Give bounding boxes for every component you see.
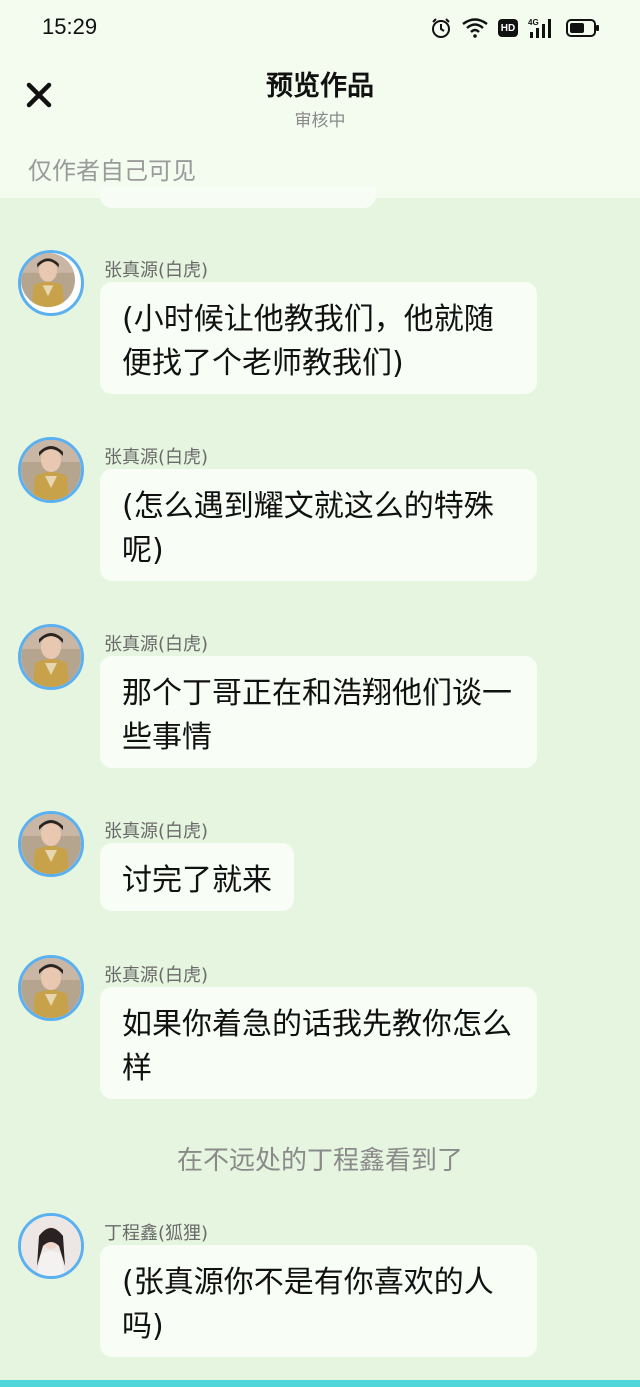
top-area: 15:29 HD 4G 预览作品 审核中 仅作者自己可见: [0, 0, 640, 198]
message-text-line: (小时候让他教我们，他就随: [122, 302, 494, 337]
battery-icon: [566, 18, 600, 38]
message-text-line: 些事情: [122, 720, 212, 755]
wifi-icon: [462, 18, 488, 38]
sender-name: 张真源(白虎): [104, 821, 209, 842]
message-bubble: 如果你着急的话我先教你怎么 样: [100, 987, 537, 1099]
message-bubble: (怎么遇到耀文就这么的特殊 呢): [100, 469, 537, 581]
sender-name: 张真源(白虎): [104, 260, 209, 281]
message-bubble: 讨完了就来: [100, 843, 294, 911]
message-text-line: 如果你着急的话我先教你怎么: [122, 1007, 512, 1042]
signal-4g-icon: 4G: [528, 17, 556, 39]
message-text-line: 呢): [122, 533, 164, 568]
message-text-line: (怎么遇到耀文就这么的特殊: [122, 489, 494, 524]
status-bar: 15:29 HD 4G: [0, 0, 640, 56]
message-text-line: 样: [122, 1051, 152, 1086]
chat-area[interactable]: 张真源(白虎) (小时候让他教我们，他就随 便找了个老师教我们) 张真源(白虎)…: [0, 198, 640, 1378]
message-text-line: (张真源你不是有你喜欢的人: [122, 1265, 494, 1300]
sender-name: 张真源(白虎): [104, 965, 209, 986]
bottom-progress-strip: [0, 1380, 640, 1387]
header: 预览作品 审核中: [0, 56, 640, 136]
narration-text: 在不远处的丁程鑫看到了: [176, 1146, 463, 1176]
page-title: 预览作品: [266, 71, 374, 102]
hd-icon: HD: [498, 19, 518, 37]
sender-name: 丁程鑫(狐狸): [104, 1223, 209, 1244]
avatar[interactable]: [18, 811, 84, 877]
message-text-line: 便找了个老师教我们): [122, 346, 404, 381]
svg-text:4G: 4G: [528, 18, 539, 27]
avatar[interactable]: [18, 624, 84, 690]
avatar[interactable]: [18, 1213, 84, 1279]
message-text-line: 讨完了就来: [122, 863, 272, 898]
avatar[interactable]: [18, 437, 84, 503]
status-icons: HD 4G: [430, 14, 600, 42]
avatar[interactable]: [18, 250, 84, 316]
alarm-icon: [430, 17, 452, 39]
sender-name: 张真源(白虎): [104, 447, 209, 468]
review-status: 审核中: [294, 111, 346, 131]
message-text-line: 吗): [122, 1309, 164, 1344]
message-bubble: (张真源你不是有你喜欢的人 吗): [100, 1245, 537, 1357]
message-bubble: (小时候让他教我们，他就随 便找了个老师教我们): [100, 282, 537, 394]
sender-name: 张真源(白虎): [104, 634, 209, 655]
visibility-note: 仅作者自己可见: [28, 157, 196, 185]
avatar[interactable]: [18, 955, 84, 1021]
message-bubble: 那个丁哥正在和浩翔他们谈一 些事情: [100, 656, 537, 768]
message-text-line: 那个丁哥正在和浩翔他们谈一: [122, 676, 512, 711]
status-time: 15:29: [42, 14, 98, 39]
